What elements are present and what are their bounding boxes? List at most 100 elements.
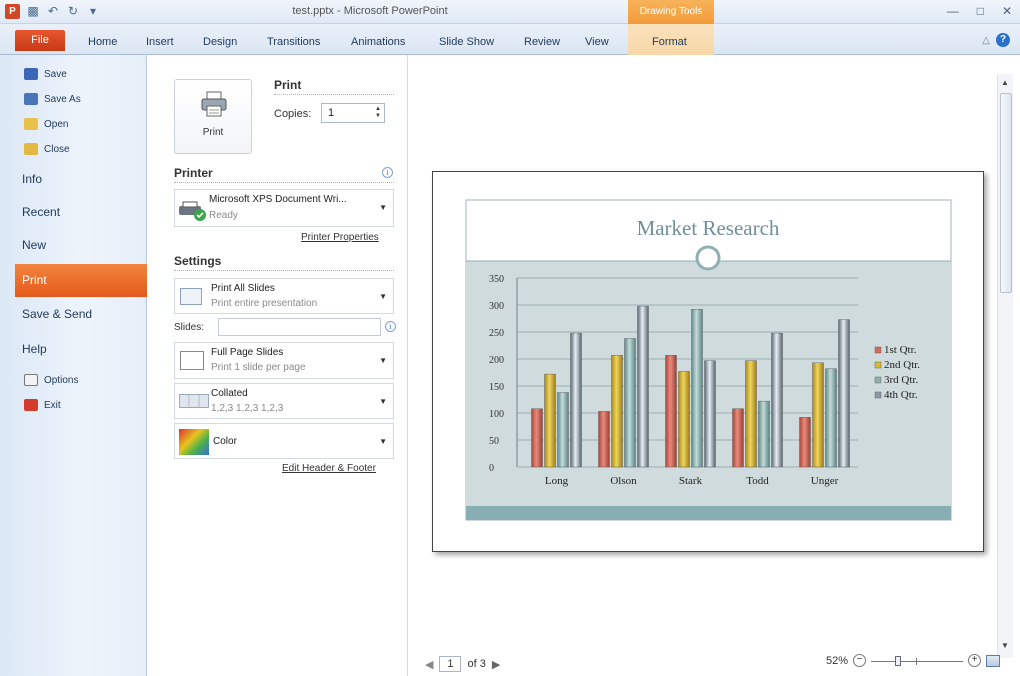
collate-sub: 1,2,3 1,2,3 1,2,3 — [211, 403, 284, 414]
chevron-down-icon: ▼ — [379, 203, 387, 212]
nav-close[interactable]: Close — [24, 140, 70, 158]
close-icon[interactable]: ✕ — [1002, 4, 1012, 18]
zoom-slider-thumb[interactable] — [895, 655, 902, 666]
slides-input[interactable] — [218, 318, 381, 336]
tab-file[interactable]: File — [15, 30, 65, 51]
help-icon[interactable]: ? — [996, 33, 1010, 47]
print-button[interactable]: Print — [174, 79, 252, 154]
y-tick-label: 200 — [489, 355, 504, 366]
tab-slide-show[interactable]: Slide Show — [439, 36, 494, 48]
page-number-input[interactable]: 1 — [439, 656, 462, 672]
y-tick-label: 350 — [489, 274, 504, 285]
printer-heading: Printer — [174, 166, 213, 180]
divider — [274, 94, 394, 95]
tab-format[interactable]: Format — [652, 36, 687, 48]
minimize-icon[interactable]: — — [947, 4, 959, 18]
nav-recent[interactable]: Recent — [22, 205, 60, 219]
printer-dropdown[interactable]: Microsoft XPS Document Wri... Ready ▼ — [174, 189, 394, 227]
zoom-in-icon[interactable]: + — [968, 654, 982, 667]
bar — [732, 408, 744, 468]
nav-save[interactable]: Save — [24, 65, 67, 83]
nav-open[interactable]: Open — [24, 115, 68, 133]
nav-new[interactable]: New — [22, 238, 46, 252]
nav-save-label: Save — [44, 68, 67, 80]
minimize-ribbon-icon[interactable]: △ — [982, 35, 990, 46]
zoom-out-icon[interactable]: − — [853, 654, 867, 667]
x-tick-label: Olson — [610, 475, 637, 487]
title-ornament — [695, 245, 721, 271]
tab-review[interactable]: Review — [524, 36, 560, 48]
legend-label: 2nd Qtr. — [884, 359, 920, 371]
nav-exit[interactable]: Exit — [24, 396, 61, 414]
close-file-icon — [24, 143, 38, 155]
y-tick-label: 250 — [489, 328, 504, 339]
tab-view[interactable]: View — [585, 36, 609, 48]
slide-preview: Market Research 350 300 250 200 150 100 50 0 Lo… — [432, 171, 984, 552]
page-navigator: ◀ 1 of 3 ▶ — [425, 656, 500, 672]
collated-icon — [179, 394, 209, 408]
nav-print[interactable]: Print — [15, 264, 147, 297]
y-tick-label: 150 — [489, 382, 504, 393]
scroll-thumb[interactable] — [1000, 93, 1012, 293]
copies-stepper[interactable]: 1 ▲ ▼ — [321, 103, 385, 123]
chart-title: Market Research — [637, 216, 780, 240]
zoom-to-page-icon[interactable] — [986, 654, 1001, 667]
nav-help[interactable]: Help — [22, 342, 47, 356]
zoom-slider[interactable] — [871, 655, 964, 667]
bar — [531, 408, 543, 468]
bar — [678, 371, 690, 468]
copies-label: Copies: — [274, 108, 312, 120]
scroll-up-icon[interactable]: ▲ — [1001, 78, 1009, 87]
print-range-title: Print All Slides — [211, 283, 275, 294]
color-dropdown[interactable]: Color ▼ — [174, 423, 394, 459]
layout-dropdown[interactable]: Full Page Slides Print 1 slide per page … — [174, 342, 394, 379]
backstage-nav: Save Save As Open Close Info Recent New … — [0, 55, 147, 676]
save-as-icon — [24, 93, 38, 105]
bar — [771, 332, 783, 468]
print-range-dropdown[interactable]: Print All Slides Print entire presentati… — [174, 278, 394, 314]
spin-arrows-icon[interactable]: ▲ ▼ — [375, 106, 381, 120]
zoom-level[interactable]: 52% — [826, 655, 848, 667]
nav-info[interactable]: Info — [22, 172, 42, 186]
full-page-icon — [180, 351, 204, 370]
bar — [799, 417, 811, 468]
tab-animations[interactable]: Animations — [351, 36, 405, 48]
settings-heading: Settings — [174, 254, 222, 268]
nav-open-label: Open — [44, 118, 69, 130]
legend-label: 3rd Qtr. — [884, 374, 918, 386]
info-icon[interactable]: i — [385, 321, 396, 332]
legend-label: 4th Qtr. — [884, 389, 918, 401]
scroll-down-icon[interactable]: ▼ — [1001, 641, 1009, 650]
x-tick-label: Stark — [679, 475, 703, 487]
folder-icon — [24, 118, 38, 130]
info-icon[interactable]: i — [382, 167, 393, 178]
printer-properties-link[interactable]: Printer Properties — [301, 232, 379, 243]
restore-icon[interactable]: □ — [977, 4, 984, 18]
bar — [812, 362, 824, 468]
page-count: of 3 — [467, 658, 486, 670]
edit-header-footer-link[interactable]: Edit Header & Footer — [282, 463, 376, 474]
x-tick-label: Long — [545, 475, 569, 487]
title-bar: P ▩ ↶ ↻ ▾ test.pptx - Microsoft PowerPoi… — [0, 0, 1020, 24]
tab-design[interactable]: Design — [203, 36, 237, 48]
nav-options[interactable]: Options — [24, 371, 78, 389]
slides-icon — [180, 288, 202, 305]
tab-transitions[interactable]: Transitions — [267, 36, 320, 48]
nav-save-send[interactable]: Save & Send — [22, 307, 92, 321]
tab-home[interactable]: Home — [88, 36, 117, 48]
slide-footer-band — [466, 506, 951, 520]
next-page-icon[interactable]: ▶ — [492, 658, 500, 671]
bar — [624, 338, 636, 468]
nav-save-as[interactable]: Save As — [24, 90, 81, 108]
print-preview: Market Research 350 300 250 200 150 100 50 0 Lo… — [407, 55, 1020, 676]
bar — [544, 373, 556, 468]
tab-insert[interactable]: Insert — [146, 36, 174, 48]
printer-status: Ready — [209, 210, 238, 221]
collate-dropdown[interactable]: Collated 1,2,3 1,2,3 1,2,3 ▼ — [174, 383, 394, 419]
chevron-down-icon: ▼ — [379, 292, 387, 301]
previous-page-icon[interactable]: ◀ — [425, 658, 433, 671]
drawing-tools-header: Drawing Tools — [628, 0, 714, 24]
y-tick-label: 300 — [489, 301, 504, 312]
vertical-scrollbar[interactable]: ▲ ▼ — [997, 74, 1013, 658]
print-range-sub: Print entire presentation — [211, 298, 318, 309]
